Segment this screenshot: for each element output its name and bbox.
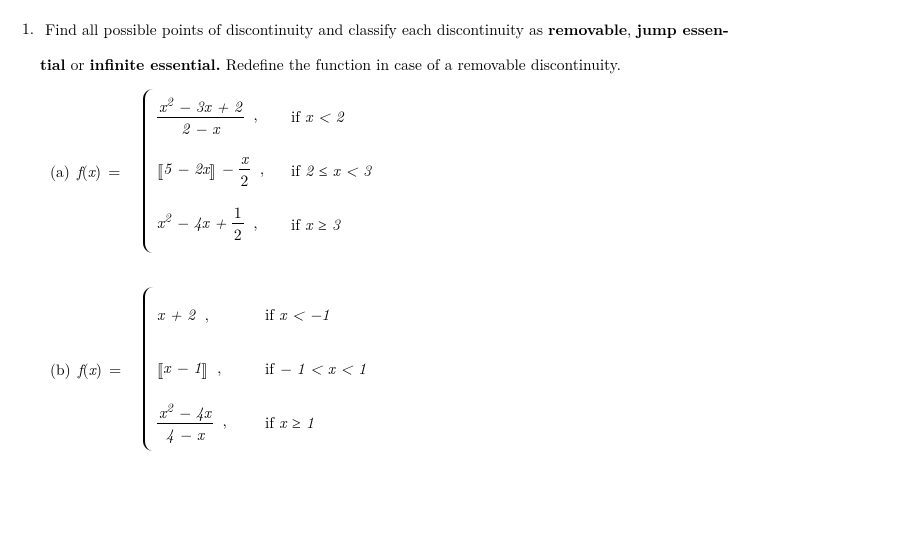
c2-minus: − [216,158,239,179]
part-a: (a) f(x) = x2 − 3x + 2 2 − x , if x < 2 … [50,89,893,253]
c1-if: if [291,106,305,127]
problem-statement: 1. Find all possible points of discontin… [22,18,893,75]
part-a-case-3: x2 − 4x + 12 , if x ≥ 3 [157,197,371,251]
c3-sup: 2 [164,207,171,226]
c3-fn: 1 [232,203,244,224]
b3-den: 4 − x [166,424,204,445]
part-a-label: (a) [50,161,70,182]
c2-if: if [291,160,305,181]
c1-den: 2 − x [181,118,219,139]
c3-if: if [291,214,305,235]
eq-sign: = [108,161,120,182]
c3-rest: − 4x + [171,212,232,233]
double-bracket-right-icon-b: ⟧ [201,359,207,381]
term-removable: removable [548,17,627,40]
c3-fd: 2 [232,224,244,246]
c2-cond: 2 ≤ x < 3 [305,160,371,181]
sep1: , [627,19,636,40]
b3-rest: − 4x [173,402,211,423]
problem-number: 1. [22,18,40,40]
c1-rest: − 3x + 2 [173,96,242,117]
b3-sup: 2 [166,397,173,416]
fx-x: x [88,161,95,182]
term-jump-line1: jump essen- [637,17,729,40]
c2-inner-a: 5 − 2 [163,158,202,179]
c3-cond: x ≥ 3 [305,214,340,235]
b3-if: if [265,412,279,433]
part-b-cases: x + 2 , if x < −1 ⟦x − 1⟧ , if − 1 < x <… [143,287,366,451]
c2-inner-b: x [202,158,209,179]
part-b-case-2: ⟦x − 1⟧ , if − 1 < x < 1 [157,341,366,395]
term-infinite: infinite essential. [90,52,221,75]
b2-if: if [265,358,279,379]
eq-sign-b: = [109,359,121,380]
b3-cond: x ≥ 1 [279,412,314,433]
c2-frac: x2 [239,149,251,192]
statement-post: Redefine the function in case of a remov… [221,54,621,75]
c2-fd: 2 [239,170,251,192]
b2-inner: x − 1 [163,357,201,378]
b1-cond: x < −1 [279,304,329,325]
part-b-label: (b) [50,359,71,380]
part-b: (b) f(x) = x + 2 , if x < −1 ⟦x − 1⟧ , i… [50,287,893,451]
fx-x-b: x [89,359,96,380]
c1-sup: 2 [166,91,173,110]
b3-fraction: x2 − 4x 4 − x [157,399,213,446]
statement-part-1: Find all possible points of discontinuit… [45,19,548,40]
term-jump-line2: tial [40,52,65,75]
part-b-case-1: x + 2 , if x < −1 [157,287,366,341]
c3-frac: 12 [232,203,244,246]
b1-if: if [265,304,279,325]
case1-fraction: x2 − 3x + 2 2 − x [157,93,244,140]
b1-expr: x + 2 [157,304,195,325]
part-a-case-2: ⟦5 − 2x⟧ − x2 , if 2 ≤ x < 3 [157,143,371,197]
c1-cond: x < 2 [305,106,343,127]
part-a-cases: x2 − 3x + 2 2 − x , if x < 2 ⟦5 − 2x⟧ − … [143,89,371,253]
part-b-case-3: x2 − 4x 4 − x , if x ≥ 1 [157,395,366,449]
c2-fn: x [239,149,251,170]
sep2: or [65,54,89,75]
part-a-case-1: x2 − 3x + 2 2 − x , if x < 2 [157,89,371,143]
b2-cond: − 1 < x < 1 [279,358,366,379]
